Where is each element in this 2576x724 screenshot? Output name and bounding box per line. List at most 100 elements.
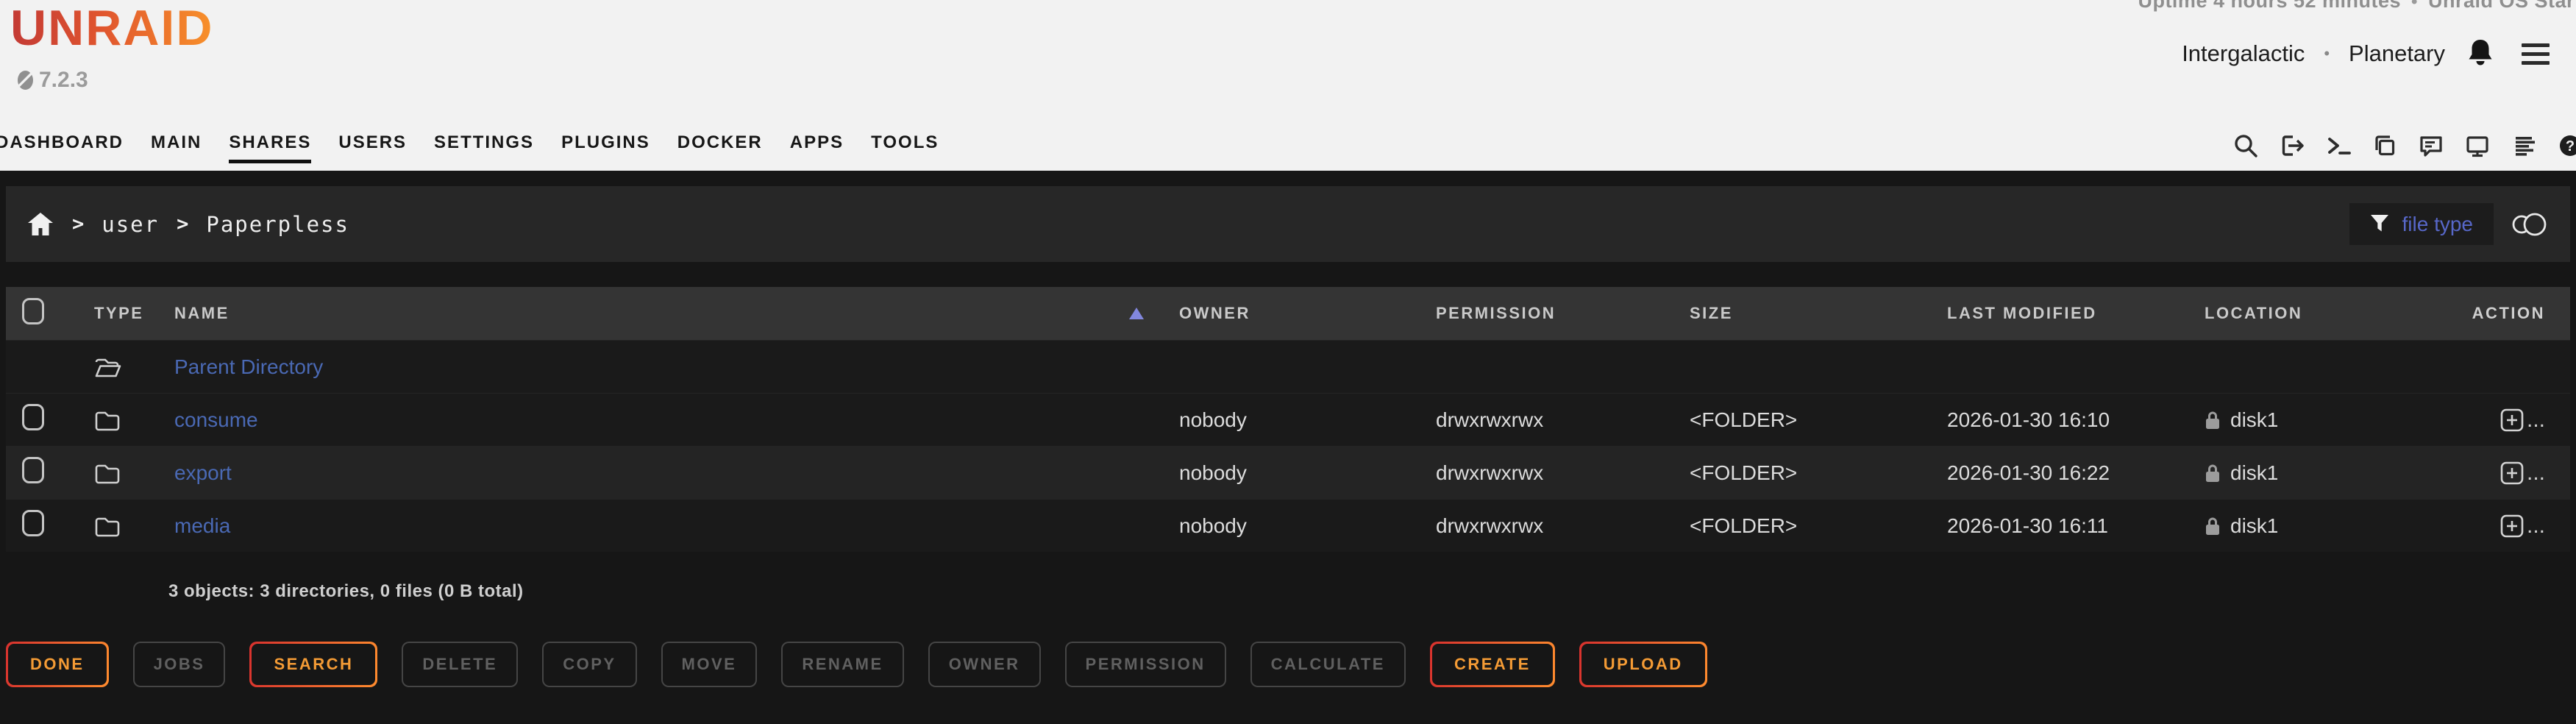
notifications-bell-icon[interactable] bbox=[2464, 37, 2497, 71]
view-toggle-icon[interactable] bbox=[2510, 210, 2550, 238]
column-header-name[interactable]: NAME bbox=[174, 304, 1160, 323]
column-header-location[interactable]: LOCATION bbox=[2205, 304, 2462, 323]
breadcrumb: > user > Paperpless bbox=[26, 211, 349, 238]
folder-link[interactable]: media bbox=[174, 514, 230, 538]
create-button[interactable]: CREATE bbox=[1430, 642, 1555, 687]
parent-directory-link[interactable]: Parent Directory bbox=[174, 355, 323, 379]
header-toolbar: ? bbox=[2231, 131, 2576, 160]
table-row: consume nobody drwxrwxrwx <FOLDER> 2026-… bbox=[6, 393, 2570, 446]
copy-icon[interactable] bbox=[2370, 131, 2399, 160]
column-header-owner[interactable]: OWNER bbox=[1160, 304, 1436, 323]
nav-item-apps[interactable]: APPS bbox=[790, 132, 844, 163]
calculate-button[interactable]: CALCULATE bbox=[1250, 642, 1406, 687]
location-cell: disk1 bbox=[2205, 408, 2462, 432]
owner-cell: nobody bbox=[1160, 514, 1436, 538]
more-actions: ... bbox=[2527, 514, 2545, 539]
server-identity: Intergalactic • Planetary bbox=[2182, 37, 2550, 71]
feedback-chat-icon[interactable] bbox=[2416, 131, 2446, 160]
folder-icon bbox=[94, 409, 121, 431]
help-icon[interactable]: ? bbox=[2555, 131, 2576, 160]
checkbox-cell bbox=[6, 457, 94, 489]
permission-button[interactable]: PERMISSION bbox=[1065, 642, 1226, 687]
lock-icon bbox=[2205, 463, 2221, 483]
jobs-button[interactable]: JOBS bbox=[133, 642, 226, 687]
unraid-logo[interactable]: UNRAID bbox=[10, 3, 213, 53]
owner-cell: nobody bbox=[1160, 408, 1436, 432]
lock-icon bbox=[2205, 516, 2221, 536]
expand-actions-icon[interactable] bbox=[2499, 461, 2525, 486]
file-type-filter[interactable]: file type bbox=[2349, 203, 2494, 245]
log-icon[interactable] bbox=[2509, 131, 2538, 160]
column-header-permission[interactable]: PERMISSION bbox=[1436, 304, 1690, 323]
row-checkbox[interactable] bbox=[22, 457, 44, 483]
size-cell: <FOLDER> bbox=[1690, 408, 1947, 432]
action-cell[interactable]: ... bbox=[2462, 408, 2570, 433]
copy-button[interactable]: COPY bbox=[542, 642, 636, 687]
uptime-status: Uptime 4 hours 52 minutes•Unraid OS Star… bbox=[2138, 0, 2576, 13]
done-button[interactable]: DONE bbox=[6, 642, 109, 687]
search-icon[interactable] bbox=[2231, 131, 2260, 160]
folder-link[interactable]: consume bbox=[174, 408, 258, 432]
terminal-icon[interactable] bbox=[2324, 131, 2353, 160]
breadcrumb-item-current: Paperpless bbox=[206, 212, 349, 237]
column-header-size[interactable]: SIZE bbox=[1690, 304, 1947, 323]
name-cell: media bbox=[174, 514, 1160, 538]
separator-dot: • bbox=[2411, 0, 2418, 12]
action-cell[interactable]: ... bbox=[2462, 514, 2570, 539]
action-cell[interactable]: ... bbox=[2462, 461, 2570, 486]
nav-item-shares[interactable]: SHARES bbox=[229, 132, 311, 163]
table-header-row: TYPE NAME OWNER PERMISSION SIZE LAST MOD… bbox=[6, 287, 2570, 340]
type-cell bbox=[94, 462, 174, 484]
version-number: 7.2.3 bbox=[39, 68, 88, 93]
size-cell: <FOLDER> bbox=[1690, 461, 1947, 485]
object-count-summary: 3 objects: 3 directories, 0 files (0 B t… bbox=[168, 581, 2576, 602]
select-all-checkbox[interactable] bbox=[22, 298, 44, 324]
breadcrumb-item-user[interactable]: user bbox=[102, 212, 159, 237]
breadcrumb-separator: > bbox=[72, 213, 84, 235]
move-button[interactable]: MOVE bbox=[661, 642, 758, 687]
owner-cell: nobody bbox=[1160, 461, 1436, 485]
checkbox-cell bbox=[6, 510, 94, 542]
permission-cell: drwxrwxrwx bbox=[1436, 461, 1690, 485]
monitor-icon[interactable] bbox=[2463, 131, 2492, 160]
expand-actions-icon[interactable] bbox=[2499, 408, 2525, 433]
filter-label: file type bbox=[2402, 213, 2474, 236]
last-modified-cell: 2026-01-30 16:11 bbox=[1947, 514, 2205, 538]
upload-button[interactable]: UPLOAD bbox=[1579, 642, 1707, 687]
rename-button[interactable]: RENAME bbox=[781, 642, 903, 687]
column-header-last-modified[interactable]: LAST MODIFIED bbox=[1947, 304, 2205, 323]
logout-icon[interactable] bbox=[2277, 131, 2307, 160]
table-row: media nobody drwxrwxrwx <FOLDER> 2026-01… bbox=[6, 499, 2570, 552]
row-checkbox[interactable] bbox=[22, 510, 44, 536]
brand: UNRAID 7.2.3 bbox=[10, 3, 213, 93]
os-status-text: Unraid OS Started bbox=[2428, 0, 2576, 12]
delete-button[interactable]: DELETE bbox=[402, 642, 518, 687]
search-button[interactable]: SEARCH bbox=[249, 642, 377, 687]
name-cell: Parent Directory bbox=[174, 355, 1160, 379]
nav-item-main[interactable]: MAIN bbox=[151, 132, 202, 163]
nav-item-dashboard[interactable]: DASHBOARD bbox=[0, 132, 124, 163]
nav-item-plugins[interactable]: PLUGINS bbox=[561, 132, 650, 163]
breadcrumb-controls: file type bbox=[2349, 203, 2550, 245]
svg-text:?: ? bbox=[2566, 138, 2575, 155]
expand-actions-icon[interactable] bbox=[2499, 514, 2525, 539]
last-modified-cell: 2026-01-30 16:22 bbox=[1947, 461, 2205, 485]
top-header: Uptime 4 hours 52 minutes•Unraid OS Star… bbox=[0, 0, 2576, 171]
folder-link[interactable]: export bbox=[174, 461, 232, 485]
owner-button[interactable]: OWNER bbox=[928, 642, 1041, 687]
location-cell: disk1 bbox=[2205, 461, 2462, 485]
home-icon[interactable] bbox=[26, 211, 54, 238]
nav-item-users[interactable]: USERS bbox=[338, 132, 407, 163]
sort-ascending-icon bbox=[1129, 308, 1144, 319]
name-cell: consume bbox=[174, 408, 1160, 432]
separator-dot: • bbox=[2324, 44, 2330, 63]
menu-hamburger-icon[interactable] bbox=[2522, 43, 2550, 65]
nav-item-docker[interactable]: DOCKER bbox=[677, 132, 763, 163]
nav-item-settings[interactable]: SETTINGS bbox=[434, 132, 534, 163]
row-checkbox[interactable] bbox=[22, 404, 44, 430]
column-header-action: ACTION bbox=[2462, 304, 2570, 323]
version-line: 7.2.3 bbox=[18, 68, 213, 93]
file-table: TYPE NAME OWNER PERMISSION SIZE LAST MOD… bbox=[6, 287, 2570, 552]
column-header-type[interactable]: TYPE bbox=[94, 304, 174, 323]
nav-item-tools[interactable]: TOOLS bbox=[871, 132, 939, 163]
